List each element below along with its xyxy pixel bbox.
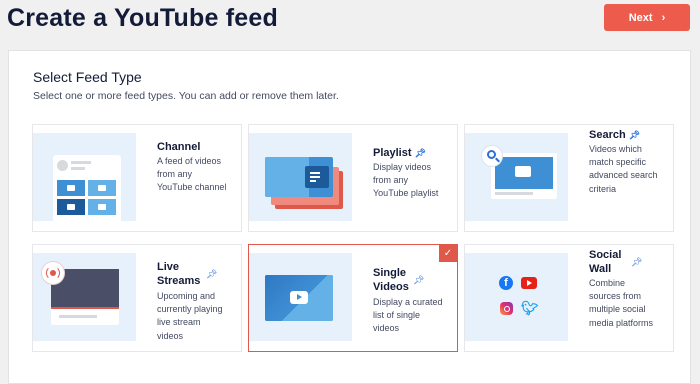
feed-type-card-playlist[interactable]: Playlist 📌︎ Display videos from any YouT… (248, 124, 458, 232)
twitter-icon: 🐦︎ (521, 300, 539, 316)
search-thumbnail (465, 133, 568, 221)
card-title: Channel (157, 141, 201, 153)
next-button[interactable]: Next › (604, 4, 690, 31)
pro-pin-icon: 📌︎ (414, 148, 427, 158)
card-title: Live Streams (157, 261, 201, 287)
feed-type-card-single-videos[interactable]: ✓ Single Videos 📌︎ Display a curated list… (248, 244, 458, 352)
card-description: A feed of videos from any YouTube channe… (157, 156, 227, 193)
feed-type-card-social-wall[interactable]: f 🐦︎ Social Wall 📌︎ Combine sources from … (464, 244, 674, 352)
panel-subtitle: Select one or more feed types. You can a… (33, 90, 339, 102)
pro-pin-icon: 📌︎ (628, 130, 641, 140)
live-streams-thumbnail (33, 253, 136, 341)
chevron-right-icon: › (661, 11, 666, 24)
checkmark-icon: ✓ (439, 245, 457, 262)
channel-thumbnail (33, 133, 136, 221)
next-label: Next (628, 11, 653, 24)
card-description: Upcoming and currently playing live stre… (157, 291, 223, 341)
facebook-icon: f (499, 276, 513, 290)
card-description: Videos which match specific advanced sea… (589, 144, 658, 194)
card-title: Single Videos (373, 267, 409, 293)
pro-pin-icon: 📌︎ (206, 269, 218, 279)
feed-type-card-channel[interactable]: Channel A feed of videos from any YouTub… (32, 124, 242, 232)
pro-pin-icon: 📌︎ (413, 275, 425, 285)
playlist-thumbnail (249, 133, 352, 221)
card-title: Social Wall (589, 249, 622, 275)
feed-type-panel: Select Feed Type Select one or more feed… (8, 50, 691, 384)
page-title: Create a YouTube feed (7, 4, 278, 32)
card-description: Display a curated list of single videos (373, 297, 443, 334)
card-title: Search 📌︎ (589, 129, 641, 141)
feed-type-card-live-streams[interactable]: Live Streams 📌︎ Upcoming and currently pl… (32, 244, 242, 352)
panel-title: Select Feed Type (33, 69, 142, 85)
card-title: Playlist 📌︎ (373, 147, 427, 159)
card-description: Display videos from any YouTube playlist (373, 162, 439, 199)
card-description: Combine sources from multiple social med… (589, 278, 654, 328)
feed-type-card-search[interactable]: Search 📌︎ Videos which match specific ad… (464, 124, 674, 232)
single-videos-thumbnail (249, 253, 352, 341)
pro-pin-icon: 📌︎ (631, 257, 643, 267)
social-wall-thumbnail: f 🐦︎ (465, 253, 568, 341)
